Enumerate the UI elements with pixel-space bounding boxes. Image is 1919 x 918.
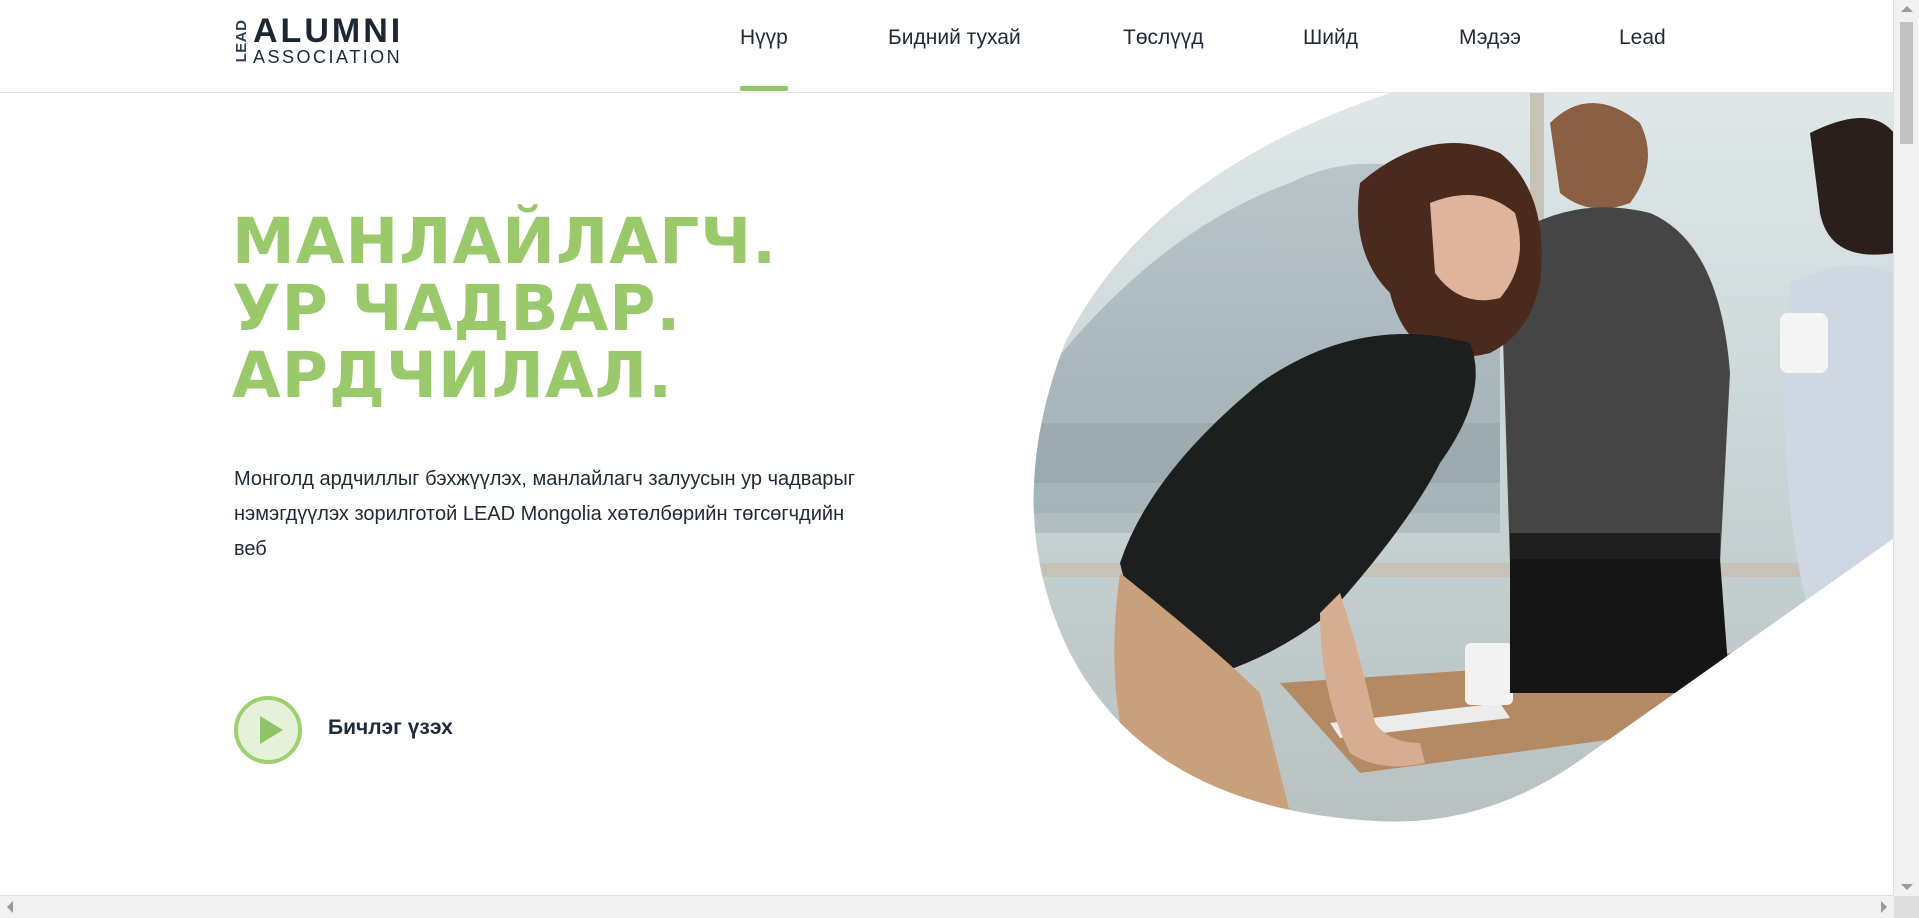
logo-vertical-text: LEAD [233,19,250,63]
site-header: LEAD ALUMNI ASSOCIATION Нүүр Бидний туха… [0,0,1894,93]
scroll-thumb[interactable] [1900,22,1913,144]
nav-item-lead[interactable]: Lead [1619,26,1666,50]
play-video-label[interactable]: Бичлэг үзэх [328,716,453,740]
nav-item-about[interactable]: Бидний тухай [888,26,1021,50]
nav-item-projects[interactable]: Төслүүд [1123,26,1204,50]
logo-vertical: LEAD [233,17,250,65]
logo[interactable]: LEAD ALUMNI ASSOCIATION [233,12,414,67]
scroll-up-icon[interactable] [1901,6,1913,12]
active-nav-indicator [740,86,788,91]
scroll-left-icon[interactable] [7,901,13,913]
hero-description: Монголд ардчиллыг бэхжүүлэх, манлайлагч … [234,468,856,560]
nav-item-news[interactable]: Мэдээ [1459,26,1521,50]
hero-image [1033,93,1894,822]
vertical-scrollbar[interactable] [1893,0,1919,896]
logo-top-text: ALUMNI [253,12,404,50]
scroll-right-icon[interactable] [1881,901,1887,913]
play-icon [260,716,283,744]
headline-line-3: АРДЧИЛАЛ. [232,339,674,412]
nav-item-solutions[interactable]: Шийд [1303,26,1358,50]
logo-bottom-text: ASSOCIATION [253,47,403,67]
horizontal-scrollbar[interactable] [0,895,1894,918]
headline-line-1: МАНЛАЙЛАГЧ. [232,205,778,278]
nav-item-home[interactable]: Нүүр [740,26,788,50]
scroll-down-icon[interactable] [1901,884,1913,890]
scrollbar-corner [1894,896,1919,918]
play-video-button[interactable] [234,696,302,764]
hero-headline: МАНЛАЙЛАГЧ. УР ЧАДВАР. АРДЧИЛАЛ. [232,208,777,409]
headline-line-2: УР ЧАДВАР. [232,272,682,345]
